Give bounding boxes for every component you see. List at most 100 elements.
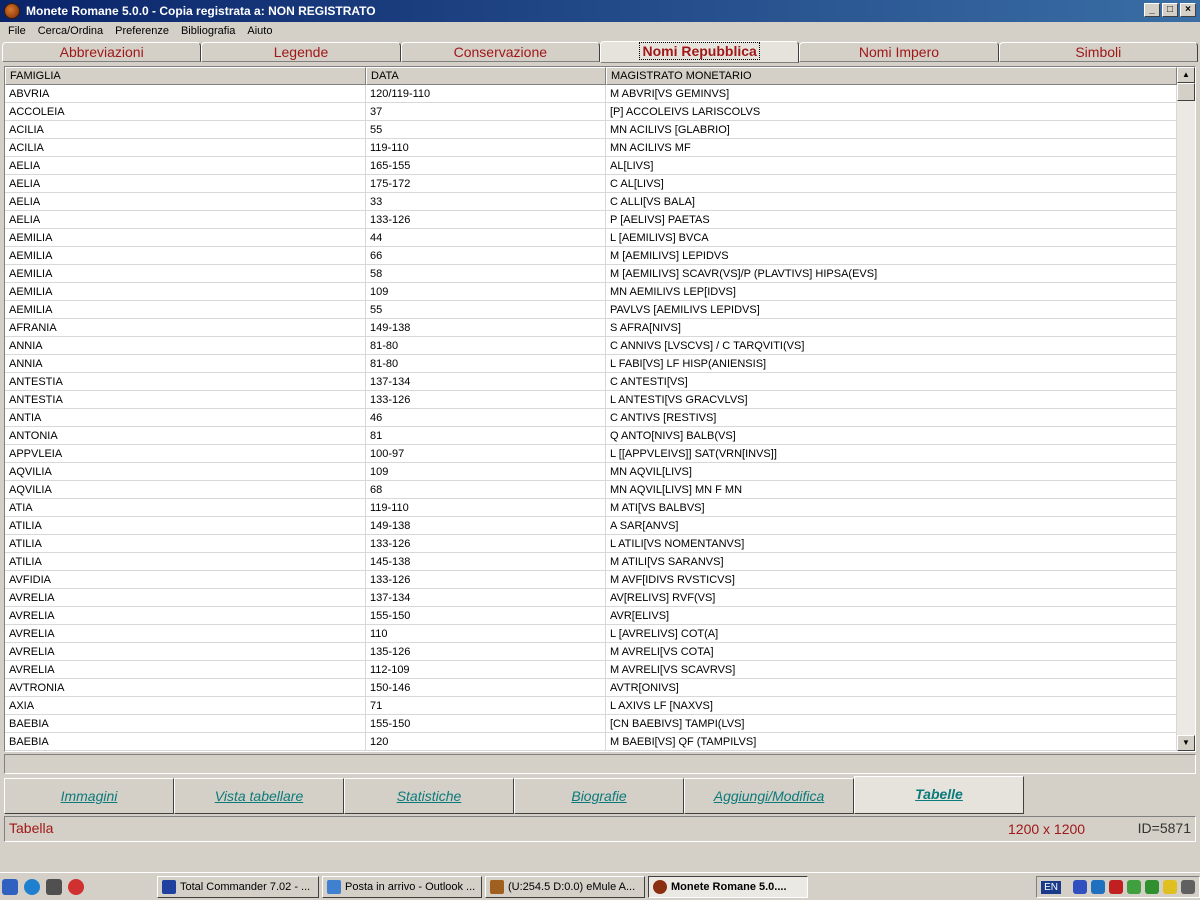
table-row[interactable]: ANTESTIA 133-126 L ANTESTI[VS GRACVLVS] [5,391,1177,409]
connection-icon[interactable] [1127,880,1141,894]
table-row[interactable]: AVRELIA 155-150 AVR[ELIVS] [5,607,1177,625]
table-row[interactable]: APPVLEIA 100-97 L [[APPVLEIVS]] SAT(VRN[IN… [5,445,1177,463]
taskbar-total-commander[interactable]: Total Commander 7.02 - ... [157,875,319,898]
menu-cerca-ordina[interactable]: Cerca/Ordina [32,25,109,37]
table-row[interactable]: ANNIA 81-80 L FABI[VS] LF HISP(ANIENSIS] [5,355,1177,373]
table-row[interactable]: AEMILIA 109 MN AEMILIVS LEP[IDVS] [5,283,1177,301]
table-row[interactable]: ATILIA 133-126 L ATILI[VS NOMENTANVS] [5,535,1177,553]
table-row[interactable]: BAEBIA 120 M BAEBI[VS] QF (TAMPILVS] [5,733,1177,751]
table-row[interactable]: ANTESTIA 137-134 C ANTESTI[VS] [5,373,1177,391]
table-row[interactable]: ACILIA 119-110 MN ACILIVS MF [5,139,1177,157]
cell-magistrato: L ATILI[VS NOMENTANVS] [606,535,1177,553]
application-window: Monete Romane 5.0.0 - Copia registrata a… [0,0,1200,900]
desktop-icon[interactable] [2,878,18,895]
tab-conservazione[interactable]: Conservazione [400,42,600,62]
alien-icon[interactable] [46,878,62,895]
table-row[interactable]: ANTONIA 81 Q ANTO[NIVS] BALB(VS] [5,427,1177,445]
table-row[interactable]: AELIA 33 C ALLI[VS BALA] [5,193,1177,211]
coin-icon[interactable] [4,3,20,19]
data-grid[interactable]: FAMIGLIA DATA MAGISTRATO MONETARIO ABVRI… [4,66,1196,752]
column-header-magistrato[interactable]: MAGISTRATO MONETARIO [606,67,1177,85]
table-row[interactable]: AQVILIA 109 MN AQVIL[LIVS] [5,463,1177,481]
table-row[interactable]: AELIA 165-155 AL[LIVS] [5,157,1177,175]
tab-biografie[interactable]: Biografie [514,778,684,814]
menu-aiuto[interactable]: Aiuto [241,25,278,37]
cell-magistrato: C ALLI[VS BALA] [606,193,1177,211]
table-row[interactable]: AVFIDIA 133-126 M AVF[IDIVS RVSTICVS] [5,571,1177,589]
table-row[interactable]: AVRELIA 112-109 M AVRELI[VS SCAVRVS] [5,661,1177,679]
table-row[interactable]: ANNIA 81-80 C ANNIVS [LVSCVS] / C TARQVITI… [5,337,1177,355]
scroll-thumb[interactable] [1177,83,1195,101]
table-row[interactable]: ACILIA 55 MN ACILIVS [GLABRIO] [5,121,1177,139]
table-row[interactable]: ANTIA 46 C ANTIVS [RESTIVS] [5,409,1177,427]
tab-simboli[interactable]: Simboli [998,42,1198,62]
table-row[interactable]: AEMILIA 55 PAVLVS [AEMILIVS LEPIDVS] [5,301,1177,319]
table-row[interactable]: ACCOLEIA 37 [P] ACCOLEIVS LARISCOLVS [5,103,1177,121]
tab-tabelle[interactable]: Tabelle [854,776,1024,814]
table-row[interactable]: AVRELIA 110 L [AVRELIVS] COT(A] [5,625,1177,643]
maximize-button[interactable]: □ [1162,3,1178,17]
table-row[interactable]: AEMILIA 44 L [AEMILIVS] BVCA [5,229,1177,247]
scroll-up-button[interactable]: ▲ [1177,67,1195,83]
cell-data: 120 [366,733,606,751]
table-row[interactable]: ATILIA 149-138 A SAR[ANVS] [5,517,1177,535]
menu-bibliografia[interactable]: Bibliografia [175,25,241,37]
taskbar-outlook[interactable]: Posta in arrivo - Outlook ... [322,875,482,898]
cell-magistrato: C ANTESTI[VS] [606,373,1177,391]
cell-data: 137-134 [366,373,606,391]
tab-aggiungi-modifica[interactable]: Aggiungi/Modifica [684,778,854,814]
cell-data: 150-146 [366,679,606,697]
tab-statistiche[interactable]: Statistiche [344,778,514,814]
table-row[interactable]: AELIA 133-126 P [AELIVS] PAETAS [5,211,1177,229]
table-row[interactable]: ATILIA 145-138 M ATILI[VS SARANVS] [5,553,1177,571]
language-indicator[interactable]: EN [1041,880,1061,894]
table-row[interactable]: AQVILIA 68 MN AQVIL[LIVS] MN F MN [5,481,1177,499]
table-row[interactable]: AVTRONIA 150-146 AVTR[ONIVS] [5,679,1177,697]
status-bar: Tabella 1200 x 1200 ID=5871 [4,816,1196,842]
tab-abbreviazioni[interactable]: Abbreviazioni [2,42,202,62]
media-player-icon[interactable] [24,878,40,895]
table-row[interactable]: BAEBIA 155-150 [CN BAEBIVS] TAMPI(LVS] [5,715,1177,733]
volume-icon[interactable] [1181,880,1195,894]
tab-legende[interactable]: Legende [201,42,401,62]
table-row[interactable]: AVRELIA 137-134 AV[RELIVS] RVF(VS] [5,589,1177,607]
table-row[interactable]: AVRELIA 135-126 M AVRELI[VS COTA] [5,643,1177,661]
table-row[interactable]: AXIA 71 L AXIVS LF [NAXVS] [5,697,1177,715]
table-row[interactable]: AEMILIA 58 M [AEMILIVS] SCAVR(VS]/P (PLAVT… [5,265,1177,283]
top-tab-strip: Abbreviazioni Legende Conservazione Nomi… [2,41,1198,63]
taskbar-emule[interactable]: (U:254.5 D:0.0) eMule A... [485,875,645,898]
title-bar[interactable]: Monete Romane 5.0.0 - Copia registrata a… [0,0,1200,22]
table-row[interactable]: ATIA 119-110 M ATI[VS BALBVS] [5,499,1177,517]
scroll-down-button[interactable]: ▼ [1177,735,1195,751]
tab-label: Simboli [1075,44,1122,60]
network-icon[interactable] [1073,880,1087,894]
app-launcher-icon[interactable] [68,878,84,895]
table-row[interactable]: AEMILIA 66 M [AEMILIVS] LEPIDVS [5,247,1177,265]
cell-data: 71 [366,697,606,715]
graphics-icon[interactable] [1145,880,1159,894]
column-header-famiglia[interactable]: FAMIGLIA [5,67,366,85]
tab-nomi-repubblica[interactable]: Nomi Repubblica [599,41,800,63]
cell-famiglia: ACCOLEIA [5,103,366,121]
tab-nomi-impero[interactable]: Nomi Impero [799,42,999,62]
table-row[interactable]: ABVRIA 120/119-110 M ABVRI[VS GEMINVS] [5,85,1177,103]
antivirus-icon[interactable] [1109,880,1123,894]
taskbar-monete-romane[interactable]: Monete Romane 5.0.... [648,875,808,898]
cell-famiglia: AEMILIA [5,265,366,283]
shield-icon[interactable] [1163,880,1177,894]
tab-vista-tabellare[interactable]: Vista tabellare [174,778,344,814]
column-header-data[interactable]: DATA [366,67,606,85]
table-row[interactable]: AFRANIA 149-138 S AFRA[NIVS] [5,319,1177,337]
floppy-icon [162,879,176,894]
cell-data: 110 [366,625,606,643]
cell-data: 120/119-110 [366,85,606,103]
menu-preferenze[interactable]: Preferenze [109,25,175,37]
cell-magistrato: M ATI[VS BALBVS] [606,499,1177,517]
sync-icon[interactable] [1091,880,1105,894]
close-button[interactable]: × [1180,3,1196,17]
menu-file[interactable]: File [2,25,32,37]
vertical-scrollbar[interactable]: ▲ ▼ [1177,67,1195,751]
minimize-button[interactable]: _ [1144,3,1160,17]
tab-immagini[interactable]: Immagini [4,778,174,814]
table-row[interactable]: AELIA 175-172 C AL[LIVS] [5,175,1177,193]
